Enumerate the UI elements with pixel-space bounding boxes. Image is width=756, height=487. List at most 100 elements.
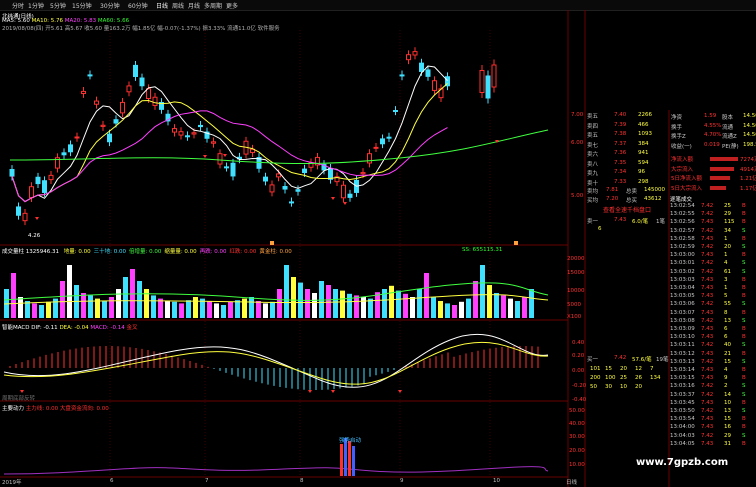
candle-body xyxy=(198,124,203,128)
depth-price: 7.42 xyxy=(614,355,627,361)
tick-side: S xyxy=(742,358,746,365)
ask-price: 7.39 xyxy=(614,121,627,128)
tick-volume: 21 xyxy=(724,350,731,357)
candle-body xyxy=(87,74,93,77)
tick-side: B xyxy=(742,326,746,332)
volume-ss-label: SS: 655115.31 xyxy=(462,247,503,253)
full-depth-link[interactable]: 查看全速千档盘口 xyxy=(586,205,668,215)
ask-volume: 96 xyxy=(638,169,645,175)
candle-body xyxy=(289,201,294,204)
ask-label: 卖十 xyxy=(587,180,599,187)
tick-row: 13:02:56 7.43 115 B xyxy=(670,219,756,227)
tick-volume: 15 xyxy=(724,416,731,423)
volume-bar xyxy=(501,295,506,318)
tick-volume: 4 xyxy=(724,260,728,267)
tick-volume: 6 xyxy=(724,334,728,341)
depth-grid-cell: 134 xyxy=(650,375,661,381)
tick-time: 13:04:05 xyxy=(670,440,695,447)
volume-bar xyxy=(361,297,366,318)
volume-bar xyxy=(319,281,324,318)
ask-label: 卖七 xyxy=(587,142,599,149)
tick-row: 13:03:01 7.42 4 S xyxy=(670,260,756,268)
candle-body xyxy=(302,168,307,174)
tick-side: B xyxy=(742,235,746,242)
tick-side: S xyxy=(742,260,746,267)
volume-bar xyxy=(109,297,114,318)
x-axis-label: 9 xyxy=(400,478,404,484)
depth-grid-cell: 26 xyxy=(635,375,642,381)
tick-row: 13:03:12 7.43 21 B xyxy=(670,351,756,359)
ask-price: 7.34 xyxy=(614,169,627,175)
volume-title: 成交量柱 1325946.31 xyxy=(2,249,59,255)
depth-label: 卖一 xyxy=(587,219,599,225)
tick-side: B xyxy=(742,293,746,300)
stat-key-2: 流通Z xyxy=(722,134,737,140)
ask-volume: 594 xyxy=(638,159,649,166)
tick-time: 13:03:13 xyxy=(670,358,695,365)
tick-time: 13:02:54 xyxy=(670,203,695,209)
volume-bar xyxy=(424,273,429,318)
candle-body xyxy=(16,206,21,216)
volume-bar xyxy=(529,289,534,318)
volume-bar xyxy=(60,281,65,318)
tick-side: B xyxy=(742,309,746,316)
macd-value: MACD: -0.14 xyxy=(90,325,125,331)
tick-price: 7.42 xyxy=(701,358,714,365)
tick-price: 7.43 xyxy=(701,285,714,291)
candle-body xyxy=(35,176,41,185)
summary-extra: 总买 xyxy=(626,198,638,204)
tick-row: 13:03:04 7.43 1 B xyxy=(670,285,756,293)
tick-price: 7.43 xyxy=(701,334,714,341)
volume-bar xyxy=(235,300,240,318)
summary-price: 7.81 xyxy=(606,187,619,193)
candle-body xyxy=(178,131,184,136)
chart-canvas xyxy=(0,10,670,487)
volume-bar xyxy=(67,265,72,318)
tick-time: 13:03:06 xyxy=(670,301,695,308)
candle-body xyxy=(341,184,346,199)
stat-value: 1.59 xyxy=(704,113,717,119)
ask-volume: 466 xyxy=(638,121,649,128)
ask-volume: 298 xyxy=(638,178,649,185)
volume-bar xyxy=(32,303,37,318)
volume-bar xyxy=(466,298,471,318)
candle-body xyxy=(432,80,437,91)
volume-bar xyxy=(368,298,373,318)
ask-row: 卖十 7.33 298 xyxy=(586,179,668,187)
tick-row: 13:03:45 7.43 10 B xyxy=(670,400,756,408)
ask-label: 卖五 xyxy=(587,114,599,120)
tick-side: S xyxy=(742,301,746,308)
candle-body xyxy=(419,62,424,72)
depth-price: 7.43 xyxy=(614,217,627,223)
tick-price: 7.42 xyxy=(701,408,714,414)
volume-bar xyxy=(410,297,415,318)
volume-bar xyxy=(123,277,128,318)
tick-side: B xyxy=(742,285,746,291)
flow-row: 5日净流入额 1.21亿 xyxy=(670,174,756,182)
candle-body xyxy=(412,51,418,56)
depth-grid-cell: 7 xyxy=(650,366,654,372)
tick-time: 13:03:37 xyxy=(670,391,695,398)
tick-volume: 13 xyxy=(724,408,731,414)
tick-volume: 4 xyxy=(724,367,728,373)
candle-body xyxy=(217,153,223,165)
volume-bar xyxy=(88,295,93,318)
stat-key: 换手Z xyxy=(671,134,686,140)
stat-row: 净资 1.59 股本 14.50 xyxy=(670,113,756,121)
depth-grid-cell: 50 xyxy=(590,384,597,390)
x-axis-label: 10 xyxy=(493,478,500,484)
stat-row: 换手 4.55%流通 14.50 xyxy=(670,123,756,131)
tick-time: 13:03:10 xyxy=(670,334,695,341)
macd-signal-arrow xyxy=(331,390,335,393)
macd-axis-tick: 0.00 xyxy=(572,368,585,374)
ask-row: 卖九 7.34 96 xyxy=(586,169,668,177)
ma20-line xyxy=(11,110,448,203)
candle-body xyxy=(224,166,229,169)
macd-axis-tick: 0.40 xyxy=(572,340,585,346)
volume-legend-item: 地量: 0.00 xyxy=(63,249,91,255)
x-axis-label: 2019年 xyxy=(2,480,22,486)
candle-body xyxy=(61,152,67,156)
ask-row: 卖五 7.40 2266 xyxy=(586,112,668,120)
candle-body xyxy=(425,69,431,77)
candle-body xyxy=(107,133,112,143)
